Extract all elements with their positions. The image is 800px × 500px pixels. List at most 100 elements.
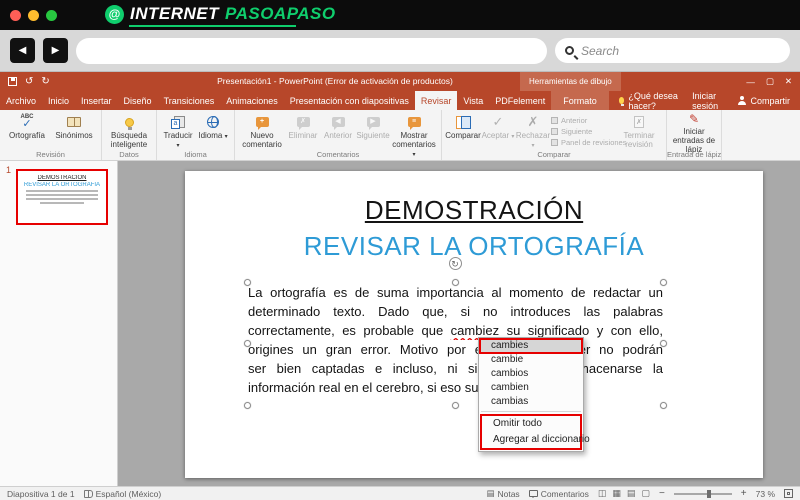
- zoom-percent[interactable]: 73 %: [756, 489, 775, 499]
- show-comments-icon: ≡: [407, 114, 421, 130]
- resize-handle[interactable]: [451, 279, 459, 286]
- lightbulb-icon: [618, 97, 625, 106]
- previous-change-button[interactable]: Anterior: [551, 116, 615, 125]
- restore-icon[interactable]: ▢: [766, 76, 774, 87]
- save-icon[interactable]: [8, 77, 17, 86]
- tab-transiciones[interactable]: Transiciones: [158, 91, 221, 110]
- resize-handle[interactable]: [660, 279, 667, 286]
- tab-vista[interactable]: Vista: [457, 91, 489, 110]
- next-change-button[interactable]: Siguiente: [551, 127, 615, 136]
- share-button[interactable]: Compartir: [737, 96, 790, 106]
- slide-canvas: DEMOSTRACIÓN REVISAR LA ORTOGRAFÍA ↻ La …: [118, 161, 800, 486]
- suggestion-cambien[interactable]: cambien: [480, 381, 582, 395]
- spelling-button[interactable]: ABC ✓ Ortografía: [4, 112, 50, 141]
- slide-thumbnail-panel: 1 DEMOSTRACIÓN REVISAR LA ORTOGRAFÍA: [0, 161, 118, 486]
- slide-thumbnail[interactable]: DEMOSTRACIÓN REVISAR LA ORTOGRAFÍA: [16, 169, 108, 225]
- suggestion-cambias[interactable]: cambias: [480, 395, 582, 409]
- misspelled-word[interactable]: cambiez: [451, 323, 499, 338]
- ignore-all-menu-item[interactable]: Omitir todo: [482, 416, 580, 432]
- zoom-dot[interactable]: [46, 9, 57, 21]
- reviewing-pane-button[interactable]: Panel de revisiones: [551, 138, 626, 147]
- resize-handle[interactable]: [660, 340, 667, 347]
- slide-title[interactable]: DEMOSTRACIÓN: [185, 195, 763, 226]
- body-textbox[interactable]: ↻ La ortografía es de suma importancia a…: [244, 257, 667, 409]
- fit-to-window-icon[interactable]: [784, 489, 793, 498]
- search-input[interactable]: [581, 43, 780, 58]
- resize-handle[interactable]: [660, 402, 667, 409]
- new-comment-button[interactable]: + Nuevo comentario: [239, 112, 285, 150]
- tab-diseno[interactable]: Diseño: [118, 91, 158, 110]
- tab-inicio[interactable]: Inicio: [42, 91, 75, 110]
- resize-handle[interactable]: [451, 402, 459, 409]
- accept-button[interactable]: ✓ Aceptar ▾: [481, 112, 515, 141]
- tab-pdfelement[interactable]: PDFelement: [489, 91, 551, 110]
- zoom-slider-thumb[interactable]: [707, 489, 712, 498]
- tell-me-label: ¿Qué desea hacer?: [628, 90, 678, 111]
- ribbon-group-lapiz: ✎ Iniciar entradas de lápiz Entrada de l…: [667, 110, 722, 160]
- notes-button[interactable]: ▤ Notas: [486, 488, 519, 499]
- slide-sorter-view-icon[interactable]: ▦: [612, 488, 621, 499]
- tab-presentacion[interactable]: Presentación con diapositivas: [284, 91, 415, 110]
- suggestion-cambios[interactable]: cambios: [480, 367, 582, 381]
- previous-comment-icon: ◀: [331, 114, 345, 130]
- tab-insertar[interactable]: Insertar: [75, 91, 118, 110]
- redo-icon[interactable]: ↻: [41, 76, 49, 87]
- slideshow-view-icon[interactable]: ▢: [641, 488, 650, 499]
- undo-icon[interactable]: ↺: [25, 76, 33, 87]
- back-button[interactable]: ◀: [10, 38, 35, 63]
- thumbnail-text-line: [26, 194, 98, 196]
- search-box[interactable]: [555, 38, 790, 63]
- smart-lookup-icon: [124, 114, 134, 130]
- suggestion-cambies[interactable]: cambies: [479, 338, 583, 354]
- tab-revisar[interactable]: Revisar: [414, 91, 458, 110]
- address-bar[interactable]: [76, 37, 547, 64]
- previous-comment-button[interactable]: ◀ Anterior: [321, 112, 355, 141]
- proofing-status[interactable]: Español (México): [83, 489, 161, 499]
- comments-button[interactable]: Comentarios: [528, 489, 589, 499]
- drawing-tools-label: Herramientas de dibujo: [520, 72, 621, 91]
- normal-view-icon[interactable]: ◫: [598, 488, 607, 499]
- tab-formato[interactable]: Formato: [551, 91, 609, 110]
- tab-archivo[interactable]: Archivo: [0, 91, 42, 110]
- start-inking-button[interactable]: ✎ Iniciar entradas de lápiz: [671, 112, 717, 155]
- tab-animaciones[interactable]: Animaciones: [220, 91, 284, 110]
- group-label-comentarios: Comentarios: [316, 150, 360, 159]
- reject-button[interactable]: ✗ Rechazar ▾: [516, 112, 550, 150]
- thesaurus-button[interactable]: Sinónimos: [51, 112, 97, 141]
- minimize-icon[interactable]: —: [746, 77, 755, 87]
- add-to-dictionary-menu-item[interactable]: Agregar al diccionario: [482, 432, 590, 448]
- spellcheck-context-menu: cambies cambie cambios cambien cambias O…: [478, 337, 590, 452]
- tell-me-box[interactable]: ¿Qué desea hacer?: [618, 90, 692, 111]
- zoom-in-button[interactable]: +: [741, 488, 747, 499]
- resize-handle[interactable]: [244, 340, 251, 347]
- translate-button[interactable]: Traducir ▾: [161, 112, 195, 150]
- search-icon: [565, 46, 574, 55]
- zoom-out-button[interactable]: −: [659, 488, 665, 499]
- suggestion-cambie[interactable]: cambie: [480, 353, 582, 367]
- chevron-down-icon: ▾: [511, 134, 515, 140]
- slide[interactable]: DEMOSTRACIÓN REVISAR LA ORTOGRAFÍA ↻ La …: [185, 171, 763, 478]
- close-icon[interactable]: ✕: [785, 76, 792, 87]
- compare-button[interactable]: Comparar: [445, 112, 481, 141]
- delete-comment-button[interactable]: ✗ Eliminar: [286, 112, 320, 141]
- forward-button[interactable]: ▶: [43, 38, 68, 63]
- resize-handle[interactable]: [244, 279, 251, 286]
- close-dot[interactable]: [10, 9, 21, 21]
- resize-handle[interactable]: [244, 402, 251, 409]
- smart-lookup-button[interactable]: Búsqueda inteligente: [106, 112, 152, 150]
- reject-icon: ✗: [527, 113, 539, 129]
- rotate-handle[interactable]: ↻: [448, 257, 462, 270]
- end-review-button[interactable]: ✗ Terminar revisión: [616, 112, 662, 150]
- zoom-slider[interactable]: [673, 489, 732, 498]
- minimize-dot[interactable]: [28, 9, 39, 21]
- body-line: determinado texto. Dado que, si no intro…: [248, 304, 663, 319]
- window-title: Presentación1 - PowerPoint (Error de act…: [217, 76, 453, 86]
- slide-subtitle[interactable]: REVISAR LA ORTOGRAFÍA: [185, 231, 763, 262]
- language-button[interactable]: Idioma ▾: [196, 112, 230, 141]
- thumbnail-text-line: [40, 202, 84, 204]
- thumbnail-subtitle: REVISAR LA ORTOGRAFÍA: [23, 182, 101, 188]
- next-comment-button[interactable]: ▶ Siguiente: [356, 112, 390, 141]
- reading-view-icon[interactable]: ▤: [627, 488, 636, 499]
- sign-in-button[interactable]: Iniciar sesión: [692, 91, 721, 111]
- chevron-down-icon: ▾: [224, 134, 228, 140]
